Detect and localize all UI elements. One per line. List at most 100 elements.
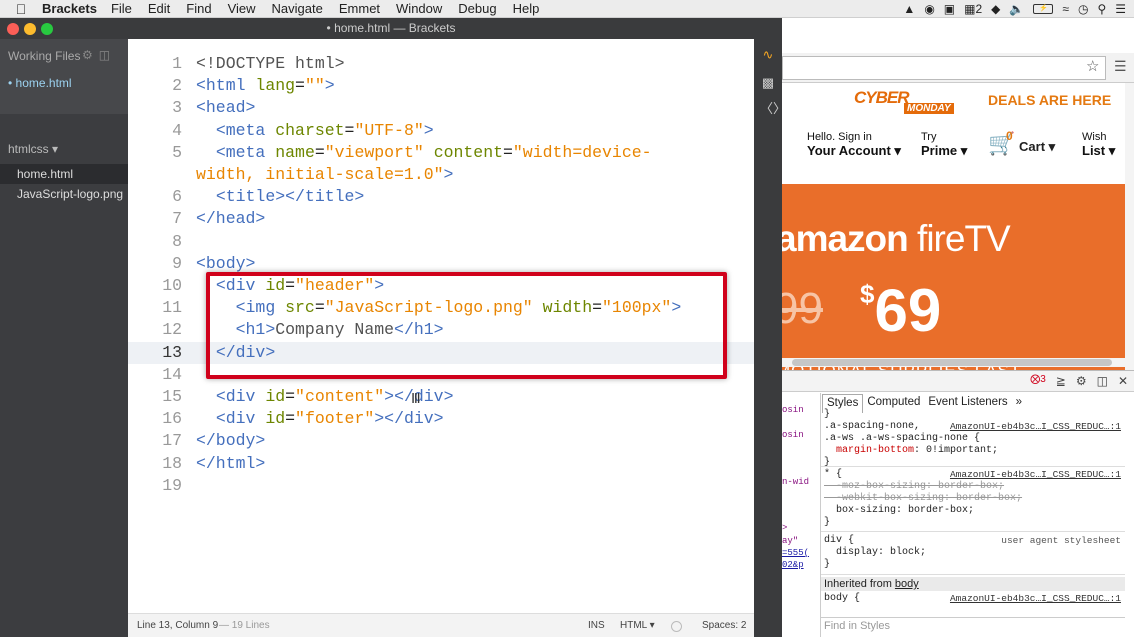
line-number: 2	[172, 76, 182, 96]
monday-label: MONDAY	[904, 103, 954, 114]
working-file-item[interactable]: • home.html	[0, 73, 128, 93]
wifi-icon[interactable]: ≈	[1062, 1, 1069, 17]
linter-status-icon[interactable]	[671, 621, 682, 632]
code-hints-icon[interactable]: 〈〉	[760, 101, 786, 117]
code-text: <div id="footer"></div>	[215, 409, 444, 429]
browser-address-bar: ☆ ☰	[782, 53, 1134, 83]
code-text: </head>	[196, 209, 266, 229]
volume-icon[interactable]: 🔈	[1009, 1, 1024, 17]
sidebar-settings-icons[interactable]: ⚙◫	[82, 48, 116, 62]
firetv-banner[interactable]: amazon fireTV 99 $69 MOTIONAL SUPPLIES L…	[782, 184, 1125, 373]
record-icon[interactable]: ◉	[924, 1, 934, 17]
close-devtools-icon[interactable]: ✕	[1118, 374, 1128, 388]
line-number: 19	[162, 475, 182, 495]
settings-icon[interactable]: ⚙	[1076, 374, 1087, 388]
account-menu[interactable]: Hello. Sign in Your Account ▾	[807, 131, 901, 159]
wish-big: List ▾	[1082, 143, 1116, 158]
battery-icon[interactable]: ⚡	[1033, 4, 1054, 14]
inherited-link[interactable]: body	[895, 578, 919, 590]
cyber-monday-logo[interactable]: CYBER	[854, 88, 910, 108]
dropbox-icon[interactable]: ◆	[991, 1, 1000, 17]
menu-app-name[interactable]: Brackets	[42, 1, 97, 16]
live-preview-icon[interactable]: ∿	[760, 47, 776, 63]
project-dropdown[interactable]: htmlcss ▾	[8, 142, 58, 156]
css-rule[interactable]: * {AmazonUI-eb4b3c…I_CSS_REDUC…:1 -moz-b…	[821, 469, 1125, 532]
sale-price: $69	[860, 277, 942, 344]
code-text: <meta name="viewport" content="width=dev…	[215, 142, 652, 162]
deals-link[interactable]: DEALS ARE HERE	[988, 92, 1111, 108]
working-file-label: home.html	[15, 76, 72, 90]
page-horizontal-scrollbar[interactable]	[782, 358, 1125, 367]
evernote-icon[interactable]: ▣	[944, 1, 955, 17]
error-count-icon[interactable]: ⨂3	[1030, 374, 1046, 388]
menu-emmet[interactable]: Emmet	[339, 1, 380, 16]
code-line[interactable]: 19	[128, 475, 754, 497]
indent-spaces[interactable]: Spaces: 2	[702, 614, 746, 638]
notification-center-icon[interactable]: ☰	[1115, 1, 1126, 17]
cart-button[interactable]: 🛒 0 Cart ▾	[988, 129, 1056, 157]
console-drawer-icon[interactable]: ≧	[1056, 374, 1066, 388]
window-titlebar: • home.html — Brackets	[0, 18, 782, 39]
code-line[interactable]: width, initial-scale=1.0">	[128, 164, 754, 186]
devtools-panel: ⨂3 ≧ ⚙ ◫ ✕ osin osin n-wid > ay" =555( 0…	[782, 370, 1134, 637]
adobe-icon[interactable]: ▦2	[964, 1, 982, 17]
code-line[interactable]: 18 </html>	[128, 453, 754, 475]
line-number: 18	[162, 453, 182, 473]
css-rule[interactable]: } .a-spacing-none, AmazonUI-eb4b3c…I_CSS_…	[821, 409, 1125, 468]
extension-manager-icon[interactable]: ▩	[760, 75, 776, 91]
code-line[interactable]: 6 <title></title>	[128, 186, 754, 208]
cart-label: Cart ▾	[1019, 139, 1056, 154]
notification-icon[interactable]: ▲	[903, 1, 915, 17]
prime-menu[interactable]: Try Prime ▾	[921, 131, 967, 159]
wishlist-menu[interactable]: Wish List ▾	[1082, 131, 1115, 159]
code-line[interactable]: 5 <meta name="viewport" content="width=d…	[128, 142, 754, 164]
code-line[interactable]: 2 <html lang="">	[128, 75, 754, 97]
file-tree-item-home[interactable]: home.html	[0, 164, 128, 184]
code-line[interactable]: 7 </head>	[128, 208, 754, 230]
line-number: 10	[162, 276, 182, 295]
working-files-header: Working Files	[8, 49, 81, 63]
menu-navigate[interactable]: Navigate	[272, 1, 323, 16]
menu-find[interactable]: Find	[186, 1, 211, 16]
menu-view[interactable]: View	[228, 1, 256, 16]
zoom-window-icon[interactable]	[41, 23, 53, 35]
url-input[interactable]	[782, 56, 1106, 80]
browser-menu-icon[interactable]: ☰	[1114, 58, 1127, 75]
scroll-thumb[interactable]	[792, 359, 1112, 366]
code-line[interactable]: 1 <!DOCTYPE html>	[128, 53, 754, 75]
clock-icon[interactable]: ◷	[1078, 1, 1088, 17]
menu-edit[interactable]: Edit	[148, 1, 170, 16]
code-text: <head>	[196, 98, 256, 118]
css-rule[interactable]: body {AmazonUI-eb4b3c…I_CSS_REDUC…:1	[821, 593, 1125, 617]
code-text: </html>	[196, 453, 266, 473]
elements-pane[interactable]: osin osin n-wid > ay" =555( 02&p	[782, 395, 816, 615]
apple-icon[interactable]: 	[14, 2, 28, 16]
language-select[interactable]: HTML ▾	[620, 614, 655, 638]
bookmark-star-icon[interactable]: ☆	[1086, 57, 1099, 75]
code-line[interactable]: 16 <div id="footer"></div>	[128, 408, 754, 430]
css-rule[interactable]: div {user agent stylesheet display: bloc…	[821, 535, 1125, 575]
close-window-icon[interactable]	[7, 23, 19, 35]
line-number: 13	[162, 342, 182, 362]
menu-help[interactable]: Help	[513, 1, 540, 16]
minimize-window-icon[interactable]	[24, 23, 36, 35]
brackets-window: • home.html — Brackets Working Files ⚙◫ …	[0, 18, 786, 638]
line-number: 14	[162, 364, 182, 384]
menu-file[interactable]: File	[111, 1, 132, 16]
spotlight-icon[interactable]: ⚲	[1097, 1, 1106, 17]
code-line[interactable]: 17 </body>	[128, 430, 754, 452]
file-tree-item-logo[interactable]: JavaScript-logo.png	[0, 184, 128, 204]
code-editor[interactable]: 1 <!DOCTYPE html> 2 <html lang=""> 3 <head> 4 …	[128, 39, 754, 613]
insert-mode[interactable]: INS	[588, 614, 605, 638]
code-line[interactable]: 3 <head>	[128, 97, 754, 119]
dock-icon[interactable]: ◫	[1097, 374, 1108, 388]
page-vertical-scrollbar[interactable]	[1125, 83, 1134, 373]
menu-debug[interactable]: Debug	[458, 1, 496, 16]
code-line[interactable]: 15 <div id="content"></div>	[128, 386, 754, 408]
line-number: 16	[162, 409, 182, 429]
line-number: 1	[172, 54, 182, 73]
code-line[interactable]: 4 <meta charset="UTF-8">	[128, 120, 754, 142]
code-line[interactable]: 8	[128, 231, 754, 253]
find-in-styles-input[interactable]: Find in Styles	[821, 617, 1125, 633]
menu-window[interactable]: Window	[396, 1, 442, 16]
